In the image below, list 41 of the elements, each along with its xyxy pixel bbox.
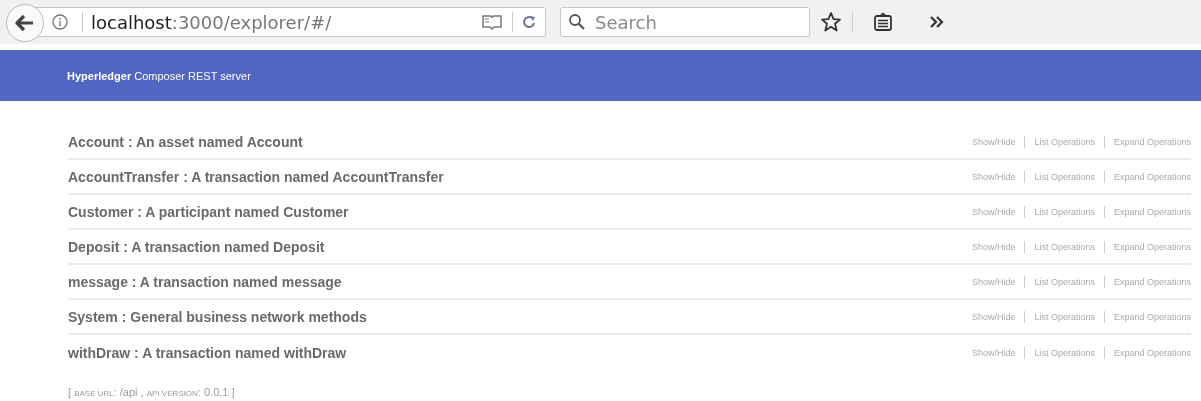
- header-title: Hyperledger Composer REST server: [67, 69, 251, 82]
- operation-link[interactable]: Expand Operations: [1113, 241, 1191, 252]
- operation-link[interactable]: List Operations: [1034, 171, 1095, 182]
- resource-title-link[interactable]: AccountTransfer : A transaction named AccountTransfer: [68, 168, 444, 185]
- operation-link[interactable]: Expand Operations: [1113, 311, 1191, 322]
- url-text: localhost:3000/explorer/#/: [91, 11, 333, 33]
- operation-link[interactable]: Expand Operations: [1113, 206, 1191, 217]
- operation-link[interactable]: Show/Hide: [971, 136, 1016, 147]
- operation-link[interactable]: Show/Hide: [971, 311, 1016, 322]
- resource-title-link[interactable]: Account : An asset named Account: [68, 133, 303, 150]
- operation-link[interactable]: List Operations: [1034, 136, 1095, 147]
- reload-icon[interactable]: [521, 14, 537, 30]
- resource-title-link[interactable]: Customer : A participant named Customer: [68, 203, 349, 220]
- back-arrow-icon: [15, 14, 35, 32]
- resource-title-link[interactable]: System : General business network methods: [68, 308, 367, 325]
- operation-link[interactable]: List Operations: [1034, 276, 1095, 287]
- operation-link[interactable]: Expand Operations: [1113, 276, 1191, 287]
- api-info-text: [ BASE URL: /api , API VERSION: 0.0.1 ]: [67, 385, 236, 400]
- reader-view-icon[interactable]: [482, 14, 502, 30]
- resource-title-link[interactable]: message : A transaction named message: [68, 273, 342, 290]
- operation-link[interactable]: Show/Hide: [971, 241, 1016, 252]
- operation-link[interactable]: List Operations: [1034, 311, 1095, 322]
- operation-link[interactable]: Show/Hide: [971, 276, 1016, 287]
- operation-link[interactable]: List Operations: [1034, 206, 1095, 217]
- operation-link[interactable]: Expand Operations: [1113, 347, 1191, 358]
- resource-title-link[interactable]: Deposit : A transaction named Deposit: [68, 238, 325, 255]
- operation-link[interactable]: List Operations: [1034, 241, 1095, 252]
- back-button[interactable]: [6, 4, 44, 42]
- operation-link[interactable]: List Operations: [1034, 347, 1095, 358]
- operation-link[interactable]: Show/Hide: [971, 347, 1016, 358]
- search-field[interactable]: Search: [560, 7, 810, 37]
- reading-list-icon[interactable]: [873, 12, 893, 32]
- address-bar[interactable]: localhost:3000/explorer/#/: [34, 7, 546, 37]
- operation-link[interactable]: Expand Operations: [1113, 171, 1191, 182]
- resource-title-link[interactable]: withDraw : A transaction named withDraw: [68, 344, 347, 361]
- operation-link[interactable]: Show/Hide: [971, 206, 1016, 217]
- operation-link[interactable]: Show/Hide: [971, 171, 1016, 182]
- info-icon[interactable]: [52, 14, 68, 30]
- operation-link[interactable]: Expand Operations: [1113, 136, 1191, 147]
- overflow-chevron-icon[interactable]: [929, 15, 945, 29]
- bookmark-star-icon[interactable]: [820, 11, 842, 33]
